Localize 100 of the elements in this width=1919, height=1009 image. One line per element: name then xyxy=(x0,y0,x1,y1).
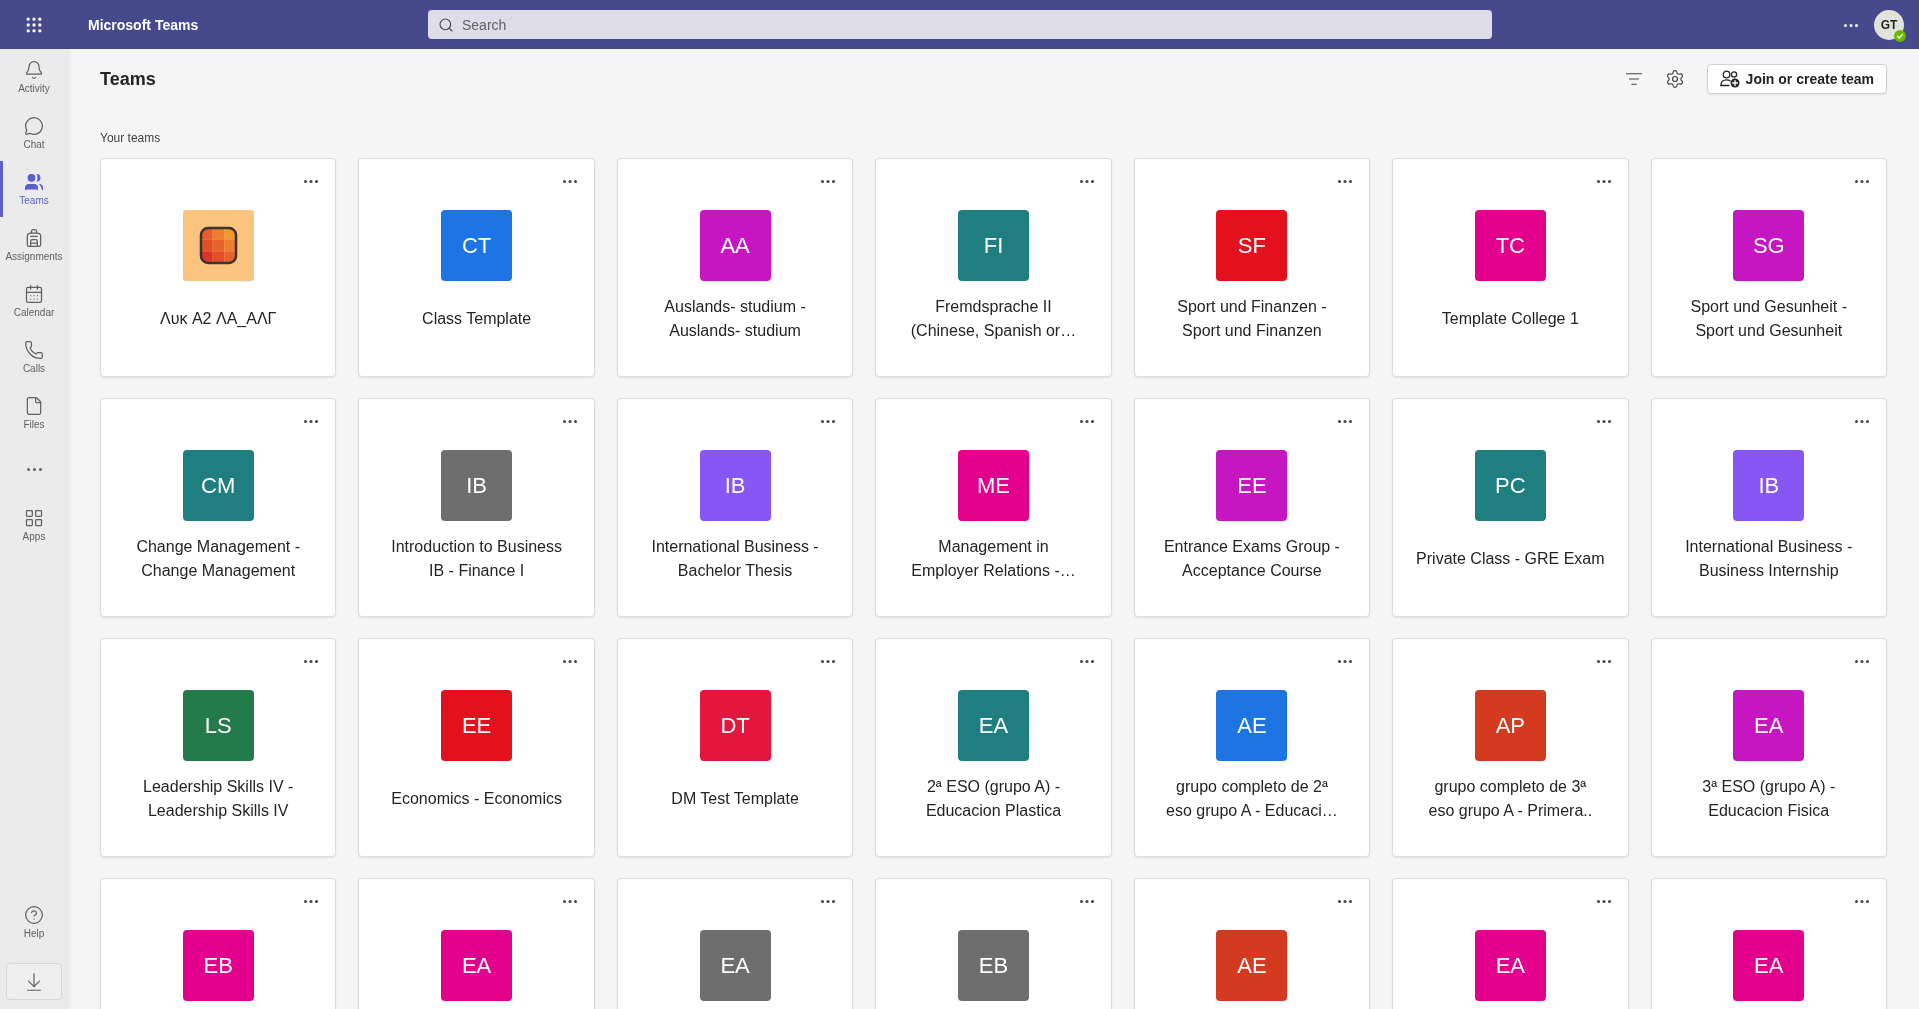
team-avatar: AP xyxy=(1474,690,1546,761)
team-card[interactable]: IB International Business - Business Internship xyxy=(1650,398,1887,617)
more-options-icon[interactable] xyxy=(562,900,577,903)
team-name: 2ª ESO (grupo A) - Educacion Plastica xyxy=(925,777,1062,821)
team-name: DM Test Template xyxy=(671,789,799,809)
team-card[interactable]: IB Introduction to Business IB - Finance I xyxy=(358,398,595,617)
team-name: Management in Employer Relations -… xyxy=(911,537,1076,581)
team-card[interactable]: EA xyxy=(616,878,854,1009)
more-options-icon[interactable] xyxy=(304,180,319,183)
help-icon xyxy=(24,905,44,925)
more-options-icon[interactable] xyxy=(821,660,836,663)
search-field[interactable]: Search xyxy=(428,10,1492,39)
more-icon[interactable] xyxy=(26,467,42,471)
team-card[interactable]: DT DM Test Template xyxy=(616,638,854,857)
team-card[interactable]: TC Template College 1 xyxy=(1392,158,1629,377)
more-options-icon[interactable] xyxy=(562,660,577,663)
more-options-icon[interactable] xyxy=(1338,420,1353,423)
user-avatar[interactable]: GT xyxy=(1874,9,1904,40)
phone-icon xyxy=(24,340,44,360)
checkered-tile-icon xyxy=(182,210,254,281)
more-options-icon[interactable] xyxy=(1079,420,1094,423)
team-card[interactable]: EA 3ª ESO (grupo A) - Educacion Fisica xyxy=(1650,638,1887,857)
sidebar-item[interactable]: Teams xyxy=(0,161,68,217)
more-options-icon[interactable] xyxy=(821,900,836,903)
more-options-icon[interactable] xyxy=(1855,420,1869,423)
team-card[interactable]: EE Economics - Economics xyxy=(358,638,595,857)
more-options-icon[interactable] xyxy=(304,660,319,663)
sidebar-item[interactable]: Files xyxy=(0,385,68,441)
more-options-icon[interactable] xyxy=(562,420,577,423)
more-options-icon[interactable] xyxy=(562,180,577,183)
team-name: Leadership Skills IV - Leadership Skills IV xyxy=(143,777,294,821)
team-avatar: AE xyxy=(1216,690,1288,761)
app-title: Microsoft Teams xyxy=(88,16,199,33)
team-avatar: EE xyxy=(441,690,513,761)
team-avatar: FI xyxy=(958,210,1029,281)
team-card[interactable]: IB International Business - Bachelor Thesis xyxy=(616,398,854,617)
team-card[interactable]: EA xyxy=(358,878,595,1009)
more-options-icon[interactable] xyxy=(1855,900,1869,903)
team-card[interactable]: AE grupo completo de 2ª eso grupo A - Educaci… xyxy=(1133,638,1371,857)
more-options-icon[interactable] xyxy=(1596,180,1611,183)
team-avatar: IB xyxy=(441,450,513,521)
team-card[interactable]: AE xyxy=(1133,878,1371,1009)
team-card[interactable]: AP grupo completo de 3ª eso grupo A - Primera.. xyxy=(1392,638,1629,857)
more-icon[interactable] xyxy=(1844,23,1858,27)
sidebar-item[interactable]: Calls xyxy=(0,329,68,385)
team-card[interactable]: Λυκ A2 ΛΑ_ΑΛΓ xyxy=(100,158,337,377)
more-options-icon[interactable] xyxy=(1596,420,1611,423)
sidebar-item[interactable]: Assignments xyxy=(0,217,68,273)
more-options-icon[interactable] xyxy=(821,180,836,183)
more-options-icon[interactable] xyxy=(1338,900,1353,903)
team-name: Entrance Exams Group - Acceptance Course xyxy=(1163,537,1340,581)
more-options-icon[interactable] xyxy=(1855,180,1869,183)
team-name: Λυκ A2 ΛΑ_ΑΛΓ xyxy=(160,309,277,329)
team-avatar: EB xyxy=(958,930,1029,1001)
team-avatar: SF xyxy=(1216,210,1288,281)
team-card[interactable]: AA Auslands- studium - Auslands- studium xyxy=(616,158,854,377)
team-card[interactable]: CM Change Management - Change Management xyxy=(100,398,337,617)
team-card[interactable]: SG Sport und Gesunheit - Sport und Gesunheit xyxy=(1650,158,1887,377)
filter-icon[interactable] xyxy=(1624,70,1643,88)
team-name: Sport und Finanzen - Sport und Finanzen xyxy=(1177,297,1327,341)
more-options-icon[interactable] xyxy=(821,420,836,423)
section-label: Your teams xyxy=(100,130,161,146)
team-card[interactable]: PC Private Class - GRE Exam xyxy=(1392,398,1629,617)
backpack-icon xyxy=(24,228,44,248)
more-options-icon[interactable] xyxy=(1338,660,1353,663)
team-avatar: AE xyxy=(1216,930,1288,1001)
more-options-icon[interactable] xyxy=(1855,660,1869,663)
more-options-icon[interactable] xyxy=(1079,900,1094,903)
more-options-icon[interactable] xyxy=(1338,180,1353,183)
page-title: Teams xyxy=(100,68,156,90)
team-card[interactable]: EB xyxy=(875,878,1112,1009)
team-card[interactable]: SF Sport und Finanzen - Sport und Finanzen xyxy=(1133,158,1371,377)
more-options-icon[interactable] xyxy=(1079,180,1094,183)
team-card[interactable]: LS Leadership Skills IV - Leadership Skills IV xyxy=(100,638,337,857)
more-options-icon[interactable] xyxy=(1079,660,1094,663)
team-card[interactable]: EA xyxy=(1392,878,1629,1009)
team-name: Auslands- studium - Auslands- studium xyxy=(664,297,806,341)
more-options-icon[interactable] xyxy=(1596,660,1611,663)
team-avatar: EE xyxy=(1216,450,1288,521)
more-options-icon[interactable] xyxy=(1596,900,1611,903)
team-name: 3ª ESO (grupo A) - Educacion Fisica xyxy=(1702,777,1836,821)
team-card[interactable]: EA 2ª ESO (grupo A) - Educacion Plastica xyxy=(875,638,1112,857)
more-options-icon[interactable] xyxy=(304,900,319,903)
team-card[interactable]: EA xyxy=(1650,878,1887,1009)
sidebar-item[interactable]: Activity xyxy=(0,49,68,105)
sidebar-item[interactable]: Apps xyxy=(0,497,68,553)
team-avatar: EB xyxy=(182,930,254,1001)
team-avatar: AA xyxy=(699,210,771,281)
sidebar-item[interactable]: Calendar xyxy=(0,273,68,329)
team-card[interactable]: CT Class Template xyxy=(358,158,595,377)
settings-icon[interactable] xyxy=(1664,69,1685,89)
team-card[interactable]: EE Entrance Exams Group - Acceptance Course xyxy=(1133,398,1371,617)
team-card[interactable]: ME Management in Employer Relations -… xyxy=(875,398,1112,617)
team-name: grupo completo de 2ª eso grupo A - Educaci… xyxy=(1166,777,1338,821)
sidebar-item[interactable]: Help xyxy=(0,894,68,950)
team-card[interactable]: FI Fremdsprache II (Chinese, Spanish or… xyxy=(875,158,1112,377)
join-team-button[interactable]: Join or create team xyxy=(1706,64,1887,94)
sidebar-item[interactable]: Chat xyxy=(0,105,68,161)
team-card[interactable]: EB xyxy=(100,878,337,1009)
more-options-icon[interactable] xyxy=(304,420,319,423)
